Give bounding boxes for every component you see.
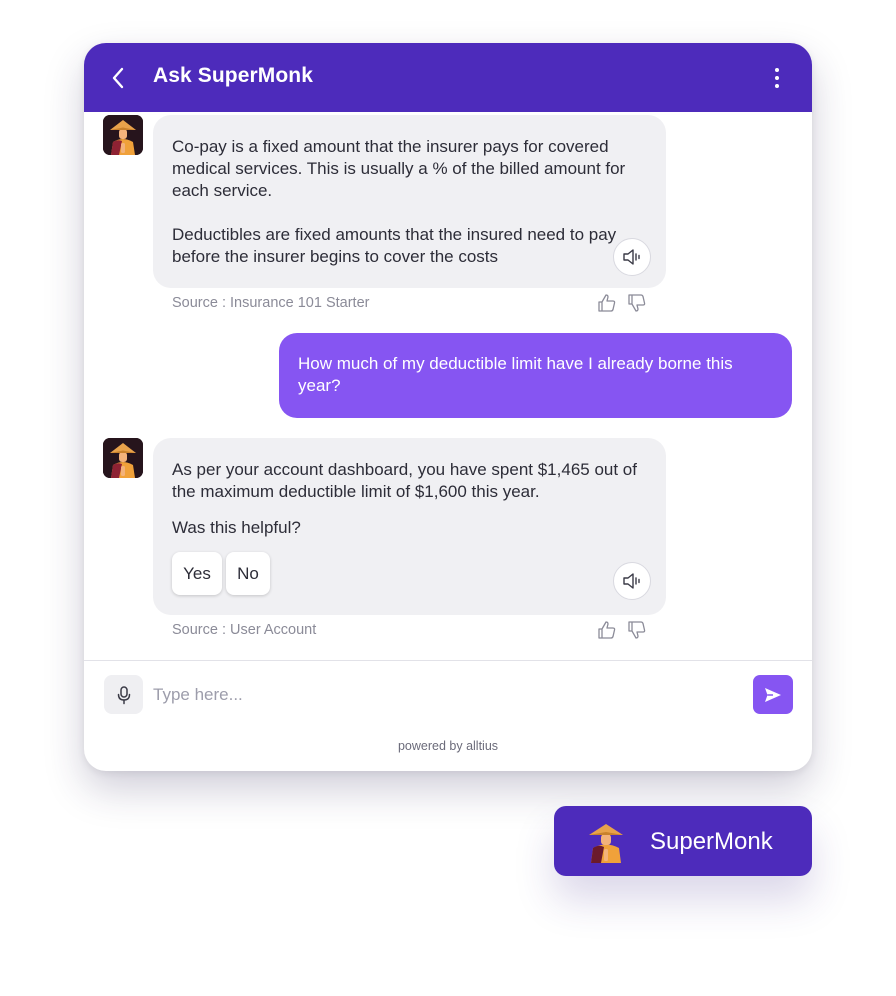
message-text: As per your account dashboard, you have … bbox=[172, 460, 637, 501]
user-message-bubble: How much of my deductible limit have I a… bbox=[279, 333, 792, 418]
chat-header: Ask SuperMonk bbox=[84, 43, 812, 112]
thumbs-up-icon bbox=[598, 294, 616, 312]
chevron-left-icon bbox=[112, 67, 124, 89]
speaker-icon bbox=[623, 249, 640, 265]
chat-launcher-button[interactable]: SuperMonk bbox=[554, 806, 812, 876]
no-button[interactable]: No bbox=[226, 552, 270, 595]
thumbs-down-icon bbox=[628, 294, 646, 312]
thumbs-down-button[interactable] bbox=[627, 620, 647, 640]
speaker-icon bbox=[623, 573, 640, 589]
feedback-question: Was this helpful? bbox=[172, 518, 301, 537]
message-input[interactable] bbox=[153, 679, 743, 711]
monk-icon bbox=[103, 115, 143, 155]
thumbs-up-button[interactable] bbox=[597, 620, 617, 640]
monk-icon bbox=[589, 824, 623, 863]
chat-widget: Ask SuperMonk Co-pay is a fixed amount t… bbox=[84, 43, 812, 771]
message-text: How much of my deductible limit have I a… bbox=[298, 354, 733, 395]
back-button[interactable] bbox=[108, 65, 130, 91]
microphone-icon bbox=[117, 685, 130, 704]
bot-message-bubble: As per your account dashboard, you have … bbox=[153, 438, 666, 615]
read-aloud-button[interactable] bbox=[613, 562, 651, 600]
send-button[interactable] bbox=[753, 675, 793, 714]
thumbs-down-button[interactable] bbox=[627, 293, 647, 313]
launcher-label: SuperMonk bbox=[650, 828, 773, 855]
more-options-button[interactable] bbox=[767, 65, 787, 91]
more-vertical-icon bbox=[775, 68, 779, 88]
yes-button[interactable]: Yes bbox=[172, 552, 222, 595]
chat-title: Ask SuperMonk bbox=[153, 64, 313, 87]
send-icon bbox=[765, 687, 781, 702]
bot-avatar bbox=[103, 438, 143, 478]
voice-input-button[interactable] bbox=[104, 675, 143, 714]
composer-divider bbox=[84, 660, 812, 661]
read-aloud-button[interactable] bbox=[613, 238, 651, 276]
monk-icon bbox=[103, 438, 143, 478]
thumbs-up-icon bbox=[598, 621, 616, 639]
bot-message-bubble: Co-pay is a fixed amount that the insure… bbox=[153, 115, 666, 288]
powered-by-footer: powered by alltius bbox=[397, 739, 499, 753]
message-source: Source : Insurance 101 Starter bbox=[172, 295, 370, 311]
thumbs-down-icon bbox=[628, 621, 646, 639]
message-text: Deductibles are fixed amounts that the i… bbox=[172, 225, 617, 266]
message-text: Co-pay is a fixed amount that the insure… bbox=[172, 137, 626, 200]
thumbs-up-button[interactable] bbox=[597, 293, 617, 313]
bot-avatar bbox=[103, 115, 143, 155]
message-source: Source : User Account bbox=[172, 622, 317, 638]
